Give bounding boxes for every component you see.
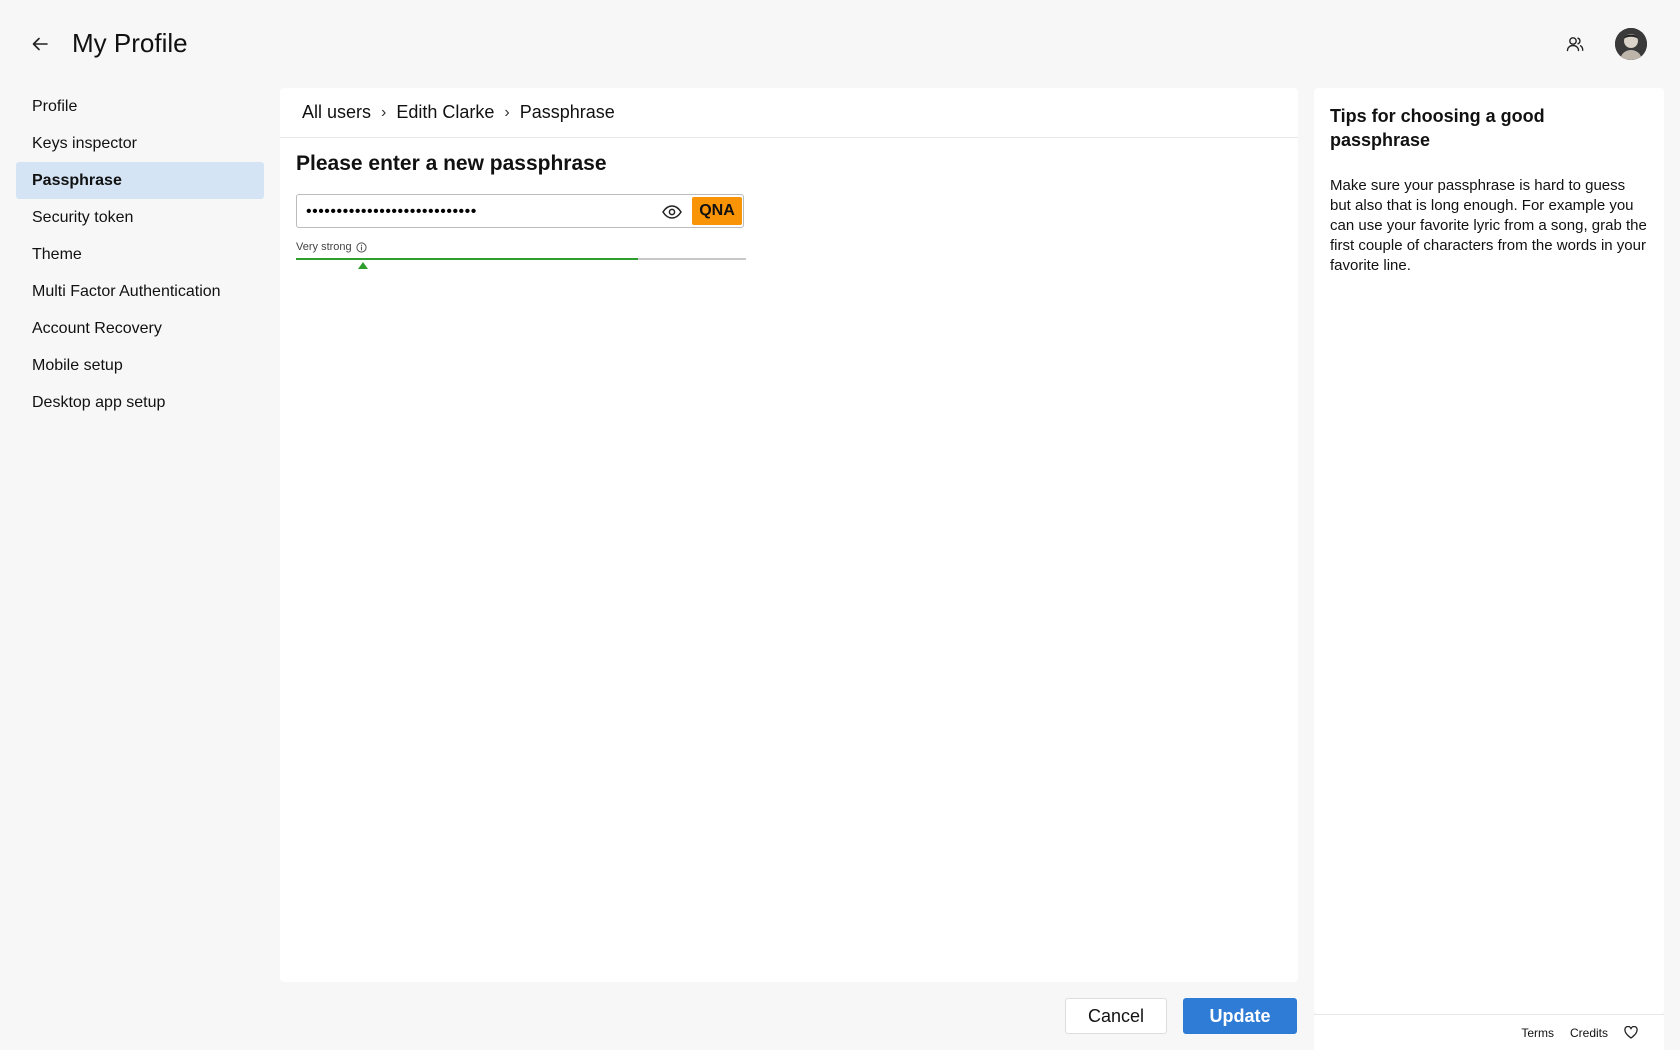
sidebar-item-theme[interactable]: Theme	[16, 236, 264, 273]
avatar-portrait-icon	[1615, 28, 1647, 60]
tips-body: Make sure your passphrase is hard to gue…	[1330, 177, 1647, 274]
tips-panel: Tips for choosing a good passphrase Make…	[1314, 88, 1664, 1014]
terms-link[interactable]: Terms	[1521, 1026, 1554, 1040]
heart-icon[interactable]	[1624, 1026, 1638, 1040]
breadcrumb-separator: ›	[504, 103, 510, 121]
security-token-badge: QNA	[692, 197, 742, 225]
footer: Terms Credits	[1314, 1014, 1664, 1050]
users-icon	[1566, 37, 1584, 52]
sidebar-item-profile[interactable]: Profile	[16, 88, 264, 125]
page-title: My Profile	[72, 28, 188, 58]
strength-bar-fill	[296, 258, 638, 260]
back-button[interactable]	[26, 30, 54, 58]
sidebar-item-account-recovery[interactable]: Account Recovery	[16, 310, 264, 347]
sidebar-nav: Profile Keys inspector Passphrase Securi…	[16, 88, 264, 421]
strength-bar	[296, 258, 746, 260]
sidebar-item-keys-inspector[interactable]: Keys inspector	[16, 125, 264, 162]
eye-icon	[662, 205, 682, 219]
strength-label: Very strong	[296, 241, 352, 253]
info-icon[interactable]	[356, 241, 367, 253]
tips-title: Tips for choosing a good passphrase	[1330, 106, 1545, 150]
avatar[interactable]	[1615, 28, 1647, 60]
breadcrumb-passphrase[interactable]: Passphrase	[520, 102, 615, 123]
breadcrumb-all-users[interactable]: All users	[302, 102, 371, 123]
form-title: Please enter a new passphrase	[296, 152, 607, 175]
sidebar-item-mfa[interactable]: Multi Factor Authentication	[16, 273, 264, 310]
sidebar-item-security-token[interactable]: Security token	[16, 199, 264, 236]
strength-marker-icon	[358, 262, 368, 269]
sidebar-item-mobile-setup[interactable]: Mobile setup	[16, 347, 264, 384]
strength-indicator: Very strong	[296, 241, 367, 253]
breadcrumb-user[interactable]: Edith Clarke	[396, 102, 494, 123]
main-panel: All users › Edith Clarke › Passphrase Pl…	[280, 88, 1298, 982]
arrow-left-icon	[32, 37, 48, 51]
users-button[interactable]	[1561, 30, 1589, 58]
passphrase-input[interactable]	[297, 195, 668, 229]
breadcrumb: All users › Edith Clarke › Passphrase	[280, 88, 1298, 138]
sidebar-item-desktop-app-setup[interactable]: Desktop app setup	[16, 384, 264, 421]
sidebar-item-passphrase[interactable]: Passphrase	[16, 162, 264, 199]
credits-link[interactable]: Credits	[1570, 1026, 1608, 1040]
cancel-button[interactable]: Cancel	[1065, 998, 1167, 1034]
header: My Profile	[0, 0, 1680, 88]
breadcrumb-separator: ›	[381, 103, 387, 121]
update-button[interactable]: Update	[1183, 998, 1297, 1034]
toggle-visibility-button[interactable]	[659, 199, 685, 225]
form-actions: Cancel Update	[1065, 998, 1297, 1034]
passphrase-field: QNA	[296, 194, 744, 229]
